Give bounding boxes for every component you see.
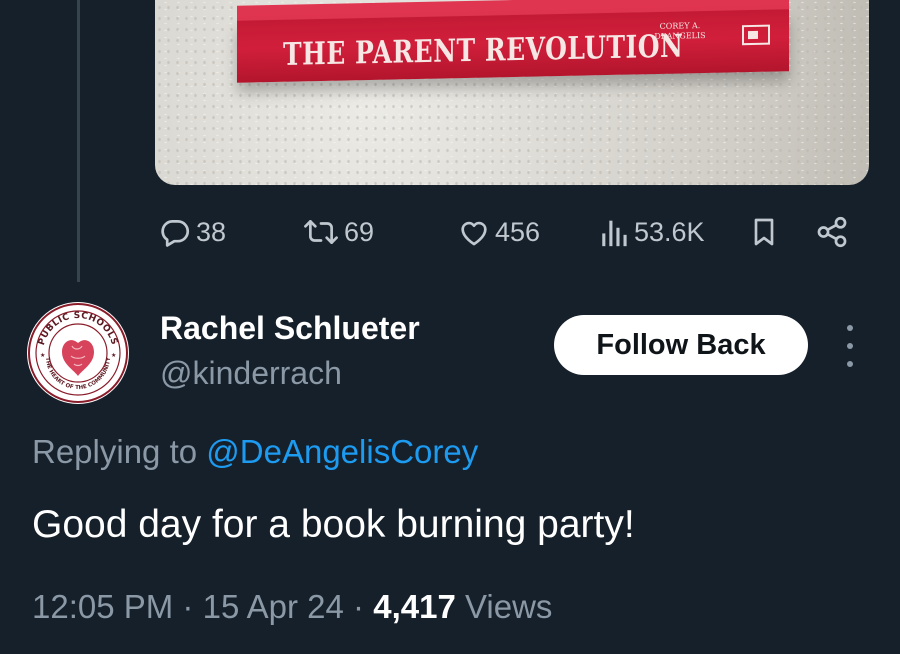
views-button[interactable]: 53.6K <box>600 212 705 252</box>
repost-button[interactable]: 69 <box>302 212 374 252</box>
author-handle[interactable]: @kinderrach <box>160 355 342 392</box>
reply-count: 38 <box>196 216 227 247</box>
bookmark-button[interactable] <box>748 212 780 252</box>
tweet-text: Good day for a book burning party! <box>32 503 635 546</box>
meta-separator: · <box>353 588 365 625</box>
share-icon <box>815 215 849 249</box>
meta-separator: · <box>182 588 194 625</box>
public-schools-seal-icon: PUBLIC SCHOOLS THE HEART OF THE COMMUNIT… <box>28 303 128 403</box>
tweet-views-count: 4,417 <box>373 588 456 625</box>
reply-button[interactable]: 38 <box>158 212 226 252</box>
publisher-logo-icon <box>742 24 770 46</box>
book-title: THE PARENT REVOLUTION <box>283 27 684 73</box>
more-icon <box>847 325 853 331</box>
share-button[interactable] <box>815 212 849 252</box>
follow-back-button[interactable]: Follow Back <box>554 315 808 375</box>
svg-text:★: ★ <box>111 352 116 359</box>
like-count: 456 <box>495 216 541 247</box>
analytics-icon <box>600 215 630 249</box>
more-icon-dot <box>847 361 853 367</box>
tweet-date[interactable]: 15 Apr 24 <box>203 588 344 625</box>
reply-mention-link[interactable]: @DeAngelisCorey <box>206 433 478 470</box>
book-spine: THE PARENT REVOLUTION Corey A. DeAngelis <box>237 9 789 83</box>
more-icon-dot <box>847 343 853 349</box>
bookmark-icon <box>748 215 780 249</box>
reply-icon <box>158 215 192 249</box>
author-display-name[interactable]: Rachel Schlueter <box>160 310 420 347</box>
repost-count: 69 <box>344 216 375 247</box>
svg-text:★: ★ <box>40 352 45 359</box>
repost-icon <box>302 215 340 249</box>
replying-to-line: Replying to @DeAngelisCorey <box>32 433 478 471</box>
tweet-media-image[interactable]: THE PARENT REVOLUTION Corey A. DeAngelis <box>155 0 869 185</box>
tweet-time[interactable]: 12:05 PM <box>32 588 173 625</box>
book-author: Corey A. DeAngelis <box>654 21 706 42</box>
replying-to-label: Replying to <box>32 433 198 470</box>
tweet-metadata: 12:05 PM · 15 Apr 24 · 4,417 Views <box>32 588 552 626</box>
avatar[interactable]: PUBLIC SCHOOLS THE HEART OF THE COMMUNIT… <box>27 302 129 404</box>
more-options-button[interactable] <box>838 325 862 367</box>
tweet-views-label: Views <box>464 588 553 625</box>
heart-icon <box>457 215 491 249</box>
tweet-action-bar: 38 69 456 53.6K <box>0 212 900 252</box>
like-button[interactable]: 456 <box>457 212 540 252</box>
views-count: 53.6K <box>634 216 705 247</box>
